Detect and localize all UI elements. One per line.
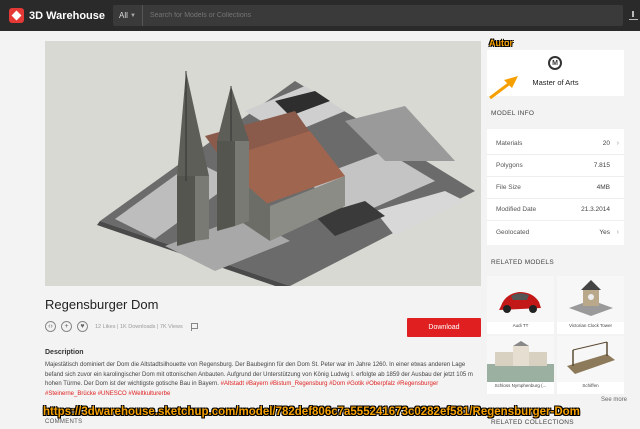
model-thumbnail <box>487 276 554 322</box>
info-value: 21.3.2014 <box>581 206 610 213</box>
model-3d-viewer[interactable] <box>45 41 481 286</box>
tag-link[interactable]: #Altstadt <box>221 381 244 387</box>
model-thumbnail <box>557 336 624 382</box>
info-row-modified-date: Modified Date 21.3.2014 <box>487 199 624 221</box>
related-collections-heading: RELATED COLLECTIONS <box>491 419 574 426</box>
tag-link[interactable]: #UNESCO <box>98 391 127 397</box>
related-model-card[interactable]: Victorian Clock Tower <box>557 276 624 334</box>
tag-link[interactable]: #Bayern <box>246 381 268 387</box>
report-flag-icon[interactable] <box>190 322 198 331</box>
info-row-materials[interactable]: Materials 20 › <box>487 133 624 155</box>
chevron-right-icon: › <box>616 140 619 147</box>
info-value: 4MB <box>596 184 610 191</box>
related-model-card[interactable]: Schloss Nymphenburg (... <box>487 336 554 394</box>
tag-link[interactable]: #Regensburger <box>397 381 438 387</box>
info-value: 7.815 <box>593 162 610 169</box>
model-title: Regensburger Dom <box>45 297 159 312</box>
related-models-grid: Audi TT Victorian Clock Tower Schloss Ny… <box>487 276 624 394</box>
tag-link[interactable]: #Bistum_Regensburg <box>270 381 328 387</box>
description-heading: Description <box>45 349 84 356</box>
embed-icon[interactable]: ‹› <box>45 321 56 332</box>
download-button[interactable]: Download <box>407 318 481 337</box>
model-actions: ‹› + ♥ 12 Likes | 1K Downloads | 7K View… <box>45 321 198 332</box>
related-model-card[interactable]: Audi TT <box>487 276 554 334</box>
search-scope-select[interactable]: All <box>113 11 128 20</box>
model-info-heading: MODEL INFO <box>491 110 535 117</box>
comments-heading: COMMENTS <box>45 419 83 425</box>
see-more-link[interactable]: See more <box>601 397 627 403</box>
upload-icon[interactable] <box>629 10 638 20</box>
app-name: 3D Warehouse <box>29 9 106 22</box>
info-row-geolocated[interactable]: Geolocated Yes › <box>487 221 624 243</box>
author-logo-icon: M <box>548 56 562 70</box>
tag-link[interactable]: #Dom <box>329 381 345 387</box>
info-label: Modified Date <box>496 206 537 213</box>
tag-link[interactable]: #Oberpfalz <box>366 381 395 387</box>
app-logo[interactable]: 3D Warehouse <box>9 8 105 23</box>
info-value: 20 <box>602 140 610 147</box>
model-stats: 12 Likes | 1K Downloads | 7K Views <box>95 323 183 330</box>
warehouse-logo-icon <box>9 8 24 23</box>
top-navigation-bar: 3D Warehouse All ▼ <box>0 0 640 31</box>
related-model-card[interactable]: Schiffen <box>557 336 624 394</box>
info-label: File Size <box>496 184 521 191</box>
chevron-right-icon: › <box>616 228 619 236</box>
model-thumbnail <box>557 276 624 322</box>
add-to-collection-icon[interactable]: + <box>61 321 72 332</box>
related-models-heading: RELATED MODELS <box>491 259 554 266</box>
tag-link[interactable]: #Steinerne_Brücke <box>45 391 96 397</box>
description-text: Majestätisch dominiert der Dom die Altst… <box>45 361 481 399</box>
model-preview-image <box>97 71 475 286</box>
info-label: Polygons <box>496 162 523 169</box>
search-bar: All ▼ <box>113 5 623 26</box>
related-model-name: Schiffen <box>582 383 599 388</box>
tag-link[interactable]: #Gotik <box>347 381 364 387</box>
model-url-annotation: https://3dwarehouse.sketchup.com/model/7… <box>43 406 580 418</box>
chevron-down-icon[interactable]: ▼ <box>130 13 136 19</box>
tag-link[interactable]: #Weltkulturerbe <box>128 391 170 397</box>
like-heart-icon[interactable]: ♥ <box>77 321 88 332</box>
autor-annotation-label: Autor <box>489 38 513 48</box>
search-input[interactable] <box>142 12 583 19</box>
info-row-polygons: Polygons 7.815 <box>487 155 624 177</box>
related-model-name: Schloss Nymphenburg (... <box>494 383 547 388</box>
related-model-name: Audi TT <box>512 323 529 328</box>
info-row-file-size: File Size 4MB <box>487 177 624 199</box>
info-value: Yes <box>599 228 610 236</box>
annotation-arrow-icon <box>489 76 518 100</box>
model-info-panel: Materials 20 › Polygons 7.815 File Size … <box>487 129 624 245</box>
info-label: Materials <box>496 140 523 147</box>
model-thumbnail <box>487 336 554 382</box>
info-label: Geolocated <box>496 228 530 236</box>
related-model-name: Victorian Clock Tower <box>568 323 613 328</box>
